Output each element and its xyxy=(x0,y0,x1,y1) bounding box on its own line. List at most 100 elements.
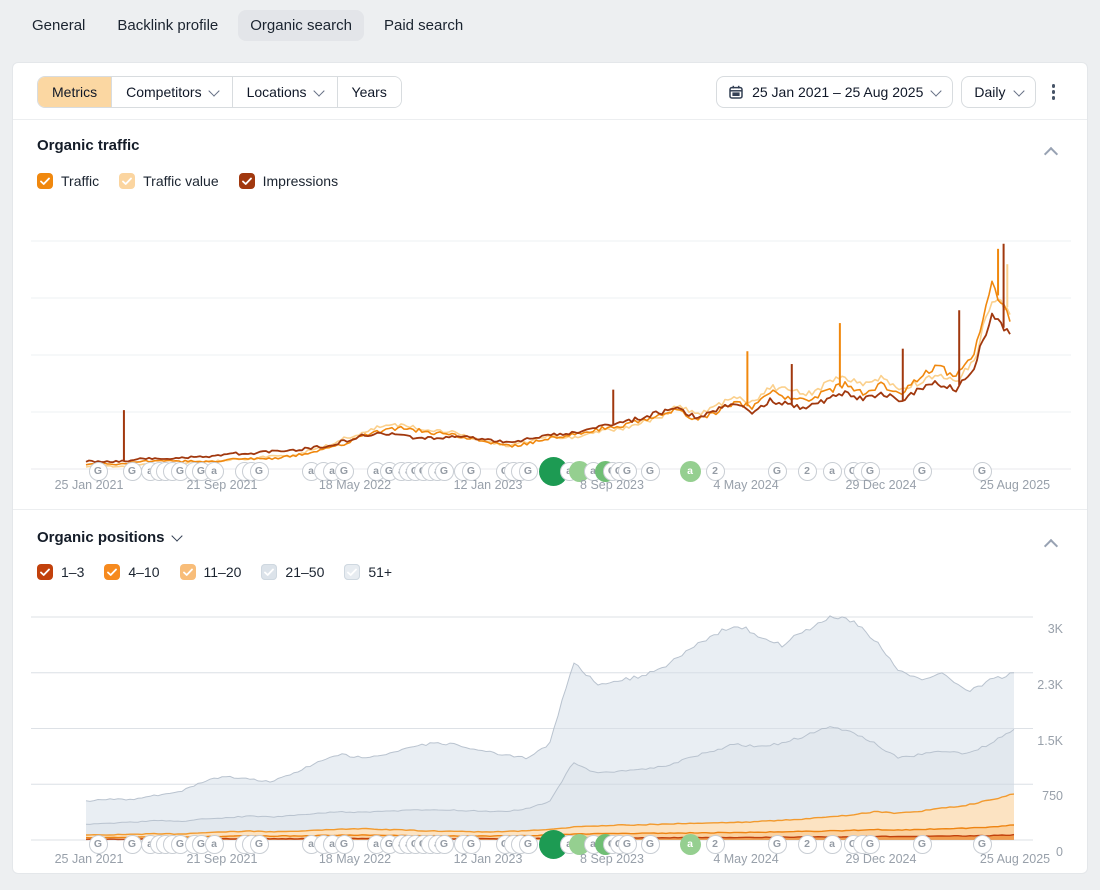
checkbox-icon xyxy=(239,173,255,189)
x-axis-label: 25 Aug 2025 xyxy=(965,478,1065,492)
google-update-badge[interactable]: 2 xyxy=(798,462,817,481)
tab-general[interactable]: General xyxy=(20,10,97,41)
x-axis-label: 29 Dec 2024 xyxy=(831,852,931,866)
tab-paid-search[interactable]: Paid search xyxy=(372,10,475,41)
checkbox-icon xyxy=(37,173,53,189)
chevron-down-icon xyxy=(208,85,219,96)
tab-bar: General Backlink profile Organic search Pai… xyxy=(20,10,475,41)
more-options-button[interactable] xyxy=(1044,78,1064,106)
x-axis-label: 8 Sep 2023 xyxy=(562,478,662,492)
segment-label: Metrics xyxy=(52,84,97,100)
chevron-down-icon xyxy=(931,85,942,96)
organic-positions-chart[interactable] xyxy=(31,613,1033,842)
checkbox-icon xyxy=(37,564,53,580)
chevron-down-icon xyxy=(1013,85,1024,96)
date-range-button[interactable]: 25 Jan 2021 – 25 Aug 2025 xyxy=(716,76,953,108)
x-axis-label: 8 Sep 2023 xyxy=(562,852,662,866)
organic-traffic-legend: Traffic Traffic value Impressions xyxy=(37,173,338,189)
checkbox-icon xyxy=(180,564,196,580)
collapse-organic-positions-button[interactable] xyxy=(1041,533,1061,553)
checkbox-icon xyxy=(104,564,120,580)
legend-label: Traffic value xyxy=(143,173,218,189)
legend-label: 11–20 xyxy=(204,564,242,580)
google-update-badge[interactable]: G xyxy=(123,835,142,854)
x-axis-label: 18 May 2022 xyxy=(305,852,405,866)
google-update-badge[interactable]: G xyxy=(435,835,454,854)
legend-checkbox-4-10[interactable]: 4–10 xyxy=(104,564,159,580)
segment-metrics[interactable]: Metrics xyxy=(38,77,111,107)
google-update-badge[interactable]: G xyxy=(462,835,481,854)
interval-button[interactable]: Daily xyxy=(961,76,1035,108)
x-axis-label: 18 May 2022 xyxy=(305,478,405,492)
google-update-badge[interactable]: G xyxy=(641,835,660,854)
segment-years[interactable]: Years xyxy=(337,77,401,107)
section-title-text: Organic traffic xyxy=(37,137,140,154)
collapse-organic-traffic-button[interactable] xyxy=(1041,141,1061,161)
x-axis-label: 4 May 2024 xyxy=(696,478,796,492)
legend-checkbox-Impressions[interactable]: Impressions xyxy=(239,173,338,189)
organic-traffic-chart[interactable] xyxy=(31,213,1071,471)
legend-checkbox-1-3[interactable]: 1–3 xyxy=(37,564,84,580)
google-update-badge[interactable]: G xyxy=(768,835,787,854)
x-axis-label: 25 Jan 2021 xyxy=(39,852,139,866)
chevron-up-icon xyxy=(1044,538,1058,552)
legend-label: 51+ xyxy=(368,564,392,580)
organic-positions-legend: 1–3 4–10 11–20 21–50 51+ xyxy=(37,564,392,580)
organic-search-card: Metrics Competitors Locations Years 25 Jan … xyxy=(12,62,1088,874)
legend-label: Traffic xyxy=(61,173,99,189)
tab-backlink-profile[interactable]: Backlink profile xyxy=(105,10,230,41)
legend-checkbox-Traffic[interactable]: Traffic xyxy=(37,173,99,189)
x-axis-label: 21 Sep 2021 xyxy=(172,478,272,492)
legend-label: Impressions xyxy=(263,173,338,189)
segment-locations[interactable]: Locations xyxy=(232,77,337,107)
y-axis-label: 750 xyxy=(1013,789,1063,803)
legend-checkbox-11-20[interactable]: 11–20 xyxy=(180,564,242,580)
checkbox-icon xyxy=(119,173,135,189)
view-segmented-control: Metrics Competitors Locations Years xyxy=(37,76,402,108)
legend-checkbox-Traffic-value[interactable]: Traffic value xyxy=(119,173,218,189)
toolbar: Metrics Competitors Locations Years 25 Jan … xyxy=(37,76,1063,108)
chevron-down-icon xyxy=(313,85,324,96)
legend-label: 4–10 xyxy=(128,564,159,580)
segment-label: Competitors xyxy=(126,84,201,100)
google-update-badge[interactable]: 2 xyxy=(706,835,725,854)
organic-traffic-title: Organic traffic xyxy=(37,137,140,154)
y-axis-label: 1.5K xyxy=(1013,734,1063,748)
section-divider xyxy=(13,509,1087,510)
google-update-badge[interactable]: a xyxy=(205,835,224,854)
x-axis-label: 25 Aug 2025 xyxy=(965,852,1065,866)
google-update-badge[interactable]: 2 xyxy=(798,835,817,854)
organic-positions-title[interactable]: Organic positions xyxy=(37,529,181,546)
x-axis-label: 12 Jan 2023 xyxy=(438,478,538,492)
date-range-label: 25 Jan 2021 – 25 Aug 2025 xyxy=(752,84,923,100)
x-axis-label: 21 Sep 2021 xyxy=(172,852,272,866)
chevron-down-icon xyxy=(171,530,182,541)
google-update-badge[interactable]: G xyxy=(519,835,538,854)
google-update-badge[interactable]: G xyxy=(861,835,880,854)
y-axis-label: 3K xyxy=(1013,622,1063,636)
segment-label: Years xyxy=(352,84,387,100)
section-title-text: Organic positions xyxy=(37,529,165,546)
legend-label: 1–3 xyxy=(61,564,84,580)
google-update-badge[interactable]: G xyxy=(89,835,108,854)
interval-label: Daily xyxy=(974,84,1005,100)
toolbar-right-cluster: 25 Jan 2021 – 25 Aug 2025 Daily xyxy=(716,76,1063,108)
google-update-badge[interactable]: G xyxy=(335,835,354,854)
kebab-icon xyxy=(1052,84,1056,88)
toolbar-divider xyxy=(13,119,1087,120)
x-axis-label: 12 Jan 2023 xyxy=(438,852,538,866)
google-update-badge[interactable]: G xyxy=(973,835,992,854)
tab-organic-search[interactable]: Organic search xyxy=(238,10,364,41)
google-update-badge[interactable]: G xyxy=(913,835,932,854)
x-axis-label: 29 Dec 2024 xyxy=(831,478,931,492)
google-update-badge[interactable]: G xyxy=(618,835,637,854)
legend-checkbox-51+[interactable]: 51+ xyxy=(344,564,392,580)
google-update-badge[interactable]: G xyxy=(250,835,269,854)
legend-checkbox-21-50[interactable]: 21–50 xyxy=(261,564,324,580)
chevron-up-icon xyxy=(1044,146,1058,160)
checkbox-icon xyxy=(261,564,277,580)
segment-competitors[interactable]: Competitors xyxy=(111,77,231,107)
segment-label: Locations xyxy=(247,84,307,100)
google-update-badge[interactable]: a xyxy=(823,835,842,854)
checkbox-icon xyxy=(344,564,360,580)
